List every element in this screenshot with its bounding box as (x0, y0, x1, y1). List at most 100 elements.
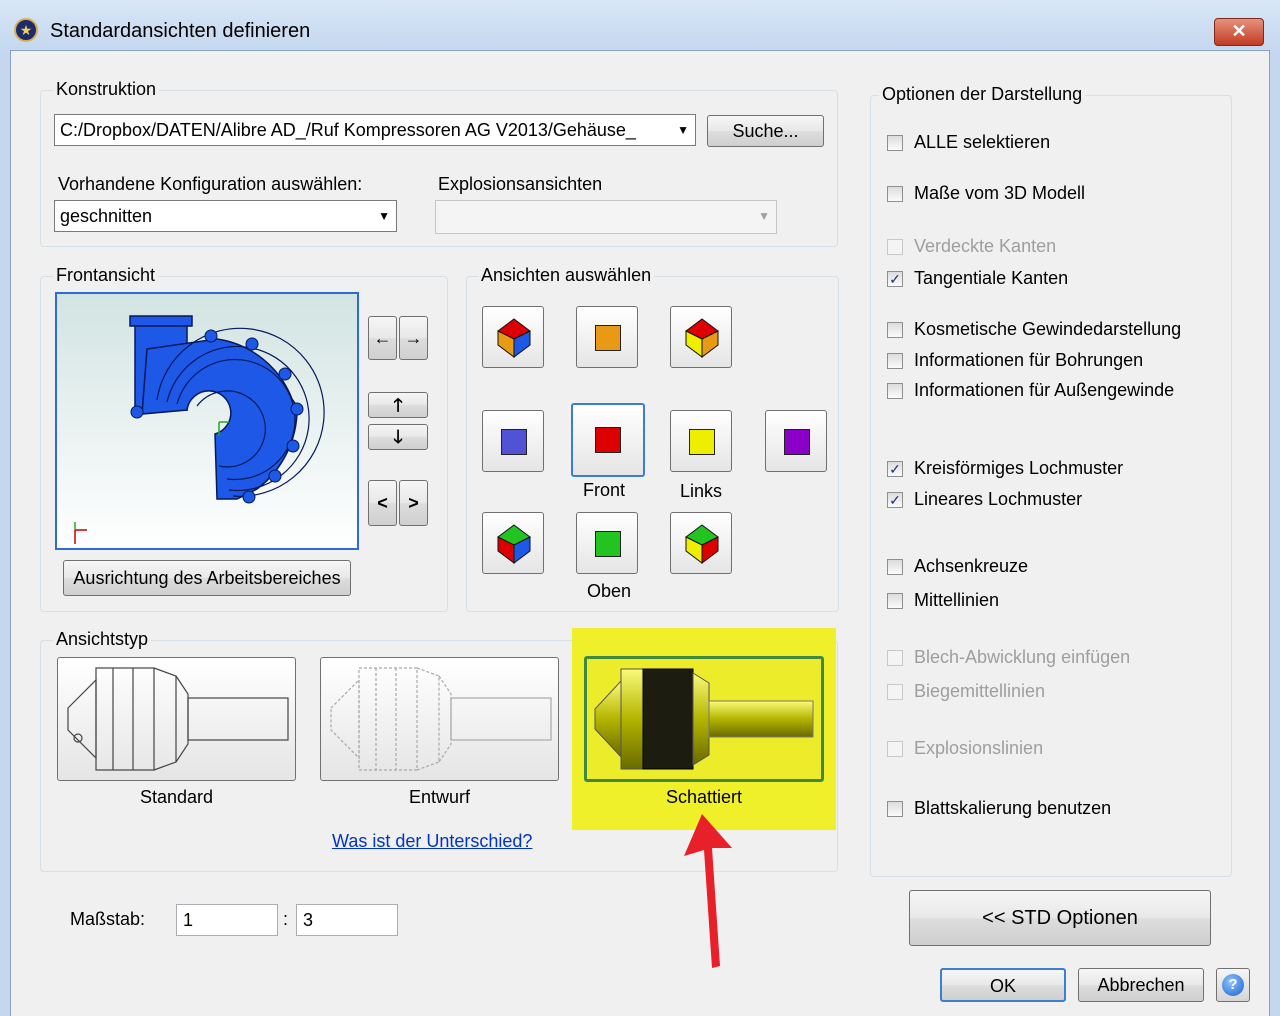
arrow-down-icon: 🡓 (393, 427, 403, 447)
checkbox-sheet-flat[interactable] (887, 650, 903, 666)
cube-iso-icon (497, 318, 531, 358)
view-top-button[interactable] (576, 512, 638, 574)
title-bar: ★ Standardansichten definieren ✕ (0, 0, 1280, 56)
red-square-icon (595, 427, 621, 453)
align-workspace-button[interactable]: Ausrichtung des Arbeitsbereiches (63, 560, 351, 596)
checkbox-linear-pattern[interactable]: ✓ (887, 492, 903, 508)
config-label: Vorhandene Konfiguration auswählen: (58, 174, 363, 194)
close-button[interactable]: ✕ (1214, 18, 1264, 46)
difference-help-link[interactable]: Was ist der Unterschied? (332, 831, 532, 852)
blue-square-icon (501, 429, 527, 455)
front-view-group-label: Frontansicht (53, 265, 159, 286)
checkbox-select-all[interactable] (887, 135, 903, 151)
scale-left-input[interactable]: 1 (176, 904, 278, 936)
checkbox-axes[interactable] (887, 559, 903, 575)
checkbox-sheet-scale[interactable] (887, 801, 903, 817)
checkbox-center-lines[interactable] (887, 593, 903, 609)
option-label-select-all: ALLE selektieren (914, 132, 1051, 152)
construction-path-combo[interactable]: C:/Dropbox/DATEN/Alibre AD_/Ruf Kompress… (54, 114, 696, 146)
left-label: Links (679, 481, 723, 501)
std-options-button[interactable]: << STD Optionen (909, 890, 1211, 946)
chevron-down-icon: ▼ (677, 123, 689, 137)
view-right-button[interactable] (765, 410, 827, 472)
view-type-standard-button[interactable] (57, 657, 296, 781)
check-icon: ✓ (889, 492, 901, 508)
checkbox-bend-lines[interactable] (887, 684, 903, 700)
rotate-right-button[interactable]: → (399, 316, 428, 360)
checkbox-hole-info[interactable] (887, 353, 903, 369)
rotate-ccw-icon: < (377, 493, 388, 513)
checkbox-model-dimensions[interactable] (887, 186, 903, 202)
construction-group-label: Konstruktion (53, 79, 160, 100)
view-left-button[interactable] (670, 410, 732, 472)
option-label-explosion-lines: Explosionslinien (914, 738, 1044, 758)
checkbox-explosion-lines[interactable] (887, 741, 903, 757)
view-back-button[interactable] (482, 410, 544, 472)
view-bottom-button[interactable] (576, 306, 638, 368)
option-label-center-lines: Mittellinien (914, 590, 1000, 610)
config-value: geschnitten (60, 206, 153, 226)
search-button[interactable]: Suche... (707, 115, 824, 147)
option-label-tangent-edges: Tangentiale Kanten (914, 268, 1069, 288)
view-iso-front-left-button[interactable] (482, 512, 544, 574)
standard-label: Standard (139, 787, 214, 807)
chevron-down-icon: ▼ (758, 209, 770, 223)
view-type-group-label: Ansichtstyp (53, 629, 152, 650)
construction-path-value: C:/Dropbox/DATEN/Alibre AD_/Ruf Kompress… (60, 120, 636, 140)
ok-button[interactable]: OK (940, 968, 1066, 1002)
config-select[interactable]: geschnitten ▼ (54, 200, 397, 232)
select-views-group-label: Ansichten auswählen (478, 265, 655, 286)
app-star-icon: ★ (14, 18, 38, 42)
draft-label: Entwurf (408, 787, 471, 807)
drill-chuck-wireframe-icon (67, 667, 289, 771)
rotate-down-button[interactable]: 🡓 (368, 424, 428, 450)
arrow-right-icon: → (404, 328, 423, 348)
drill-chuck-shaded-icon (594, 668, 814, 770)
option-label-circular-pattern: Kreisförmiges Lochmuster (914, 458, 1124, 478)
cube-iso-icon (685, 524, 719, 564)
scale-separator: : (283, 909, 289, 929)
help-button[interactable]: ? (1216, 968, 1250, 1002)
purple-square-icon (784, 429, 810, 455)
check-icon: ✓ (889, 461, 901, 477)
checkbox-cosmetic-threads[interactable] (887, 322, 903, 338)
rotate-up-button[interactable]: 🡑 (368, 392, 428, 418)
front-view-preview[interactable] (55, 292, 359, 550)
view-iso-back-right-button[interactable] (670, 306, 732, 368)
spin-cw-button[interactable]: > (399, 480, 428, 526)
cancel-button[interactable]: Abbrechen (1078, 968, 1204, 1002)
window-title: Standardansichten definieren (50, 20, 311, 42)
checkbox-thread-info[interactable] (887, 383, 903, 399)
checkbox-hidden-edges[interactable] (887, 239, 903, 255)
cube-iso-icon (685, 318, 719, 358)
spin-ccw-button[interactable]: < (368, 480, 397, 526)
option-label-sheet-scale: Blattskalierung benutzen (914, 798, 1112, 818)
arrow-up-icon: 🡑 (393, 395, 403, 415)
view-iso-back-left-button[interactable] (482, 306, 544, 368)
checkbox-tangent-edges[interactable]: ✓ (887, 271, 903, 287)
arrow-left-icon: ← (373, 328, 392, 348)
option-label-axes: Achsenkreuze (914, 556, 1029, 576)
option-label-bend-lines: Biegemittellinien (914, 681, 1046, 701)
check-icon: ✓ (889, 271, 901, 287)
cube-iso-icon (497, 524, 531, 564)
dialog-window: ★ Standardansichten definieren ✕ Konstru… (0, 0, 1280, 1016)
option-label-hidden-edges: Verdeckte Kanten (914, 236, 1057, 256)
shaded-label: Schattiert (665, 787, 743, 807)
display-options-group-label: Optionen der Darstellung (879, 84, 1086, 105)
view-iso-front-right-button[interactable] (670, 512, 732, 574)
view-front-button[interactable] (571, 403, 645, 477)
scale-label: Maßstab: (70, 909, 146, 929)
rotate-left-button[interactable]: ← (368, 316, 397, 360)
option-label-cosmetic-threads: Kosmetische Gewindedarstellung (914, 319, 1182, 339)
top-label: Oben (586, 581, 632, 601)
front-label: Front (582, 480, 625, 500)
view-type-draft-button[interactable] (320, 657, 559, 781)
help-icon: ? (1222, 974, 1244, 996)
drill-chuck-draft-icon (330, 667, 552, 771)
scale-right-input[interactable]: 3 (296, 904, 398, 936)
explosion-select[interactable]: ▼ (435, 200, 777, 234)
checkbox-circular-pattern[interactable]: ✓ (887, 461, 903, 477)
option-label-hole-info: Informationen für Bohrungen (914, 350, 1144, 370)
view-type-shaded-button[interactable] (584, 656, 824, 782)
